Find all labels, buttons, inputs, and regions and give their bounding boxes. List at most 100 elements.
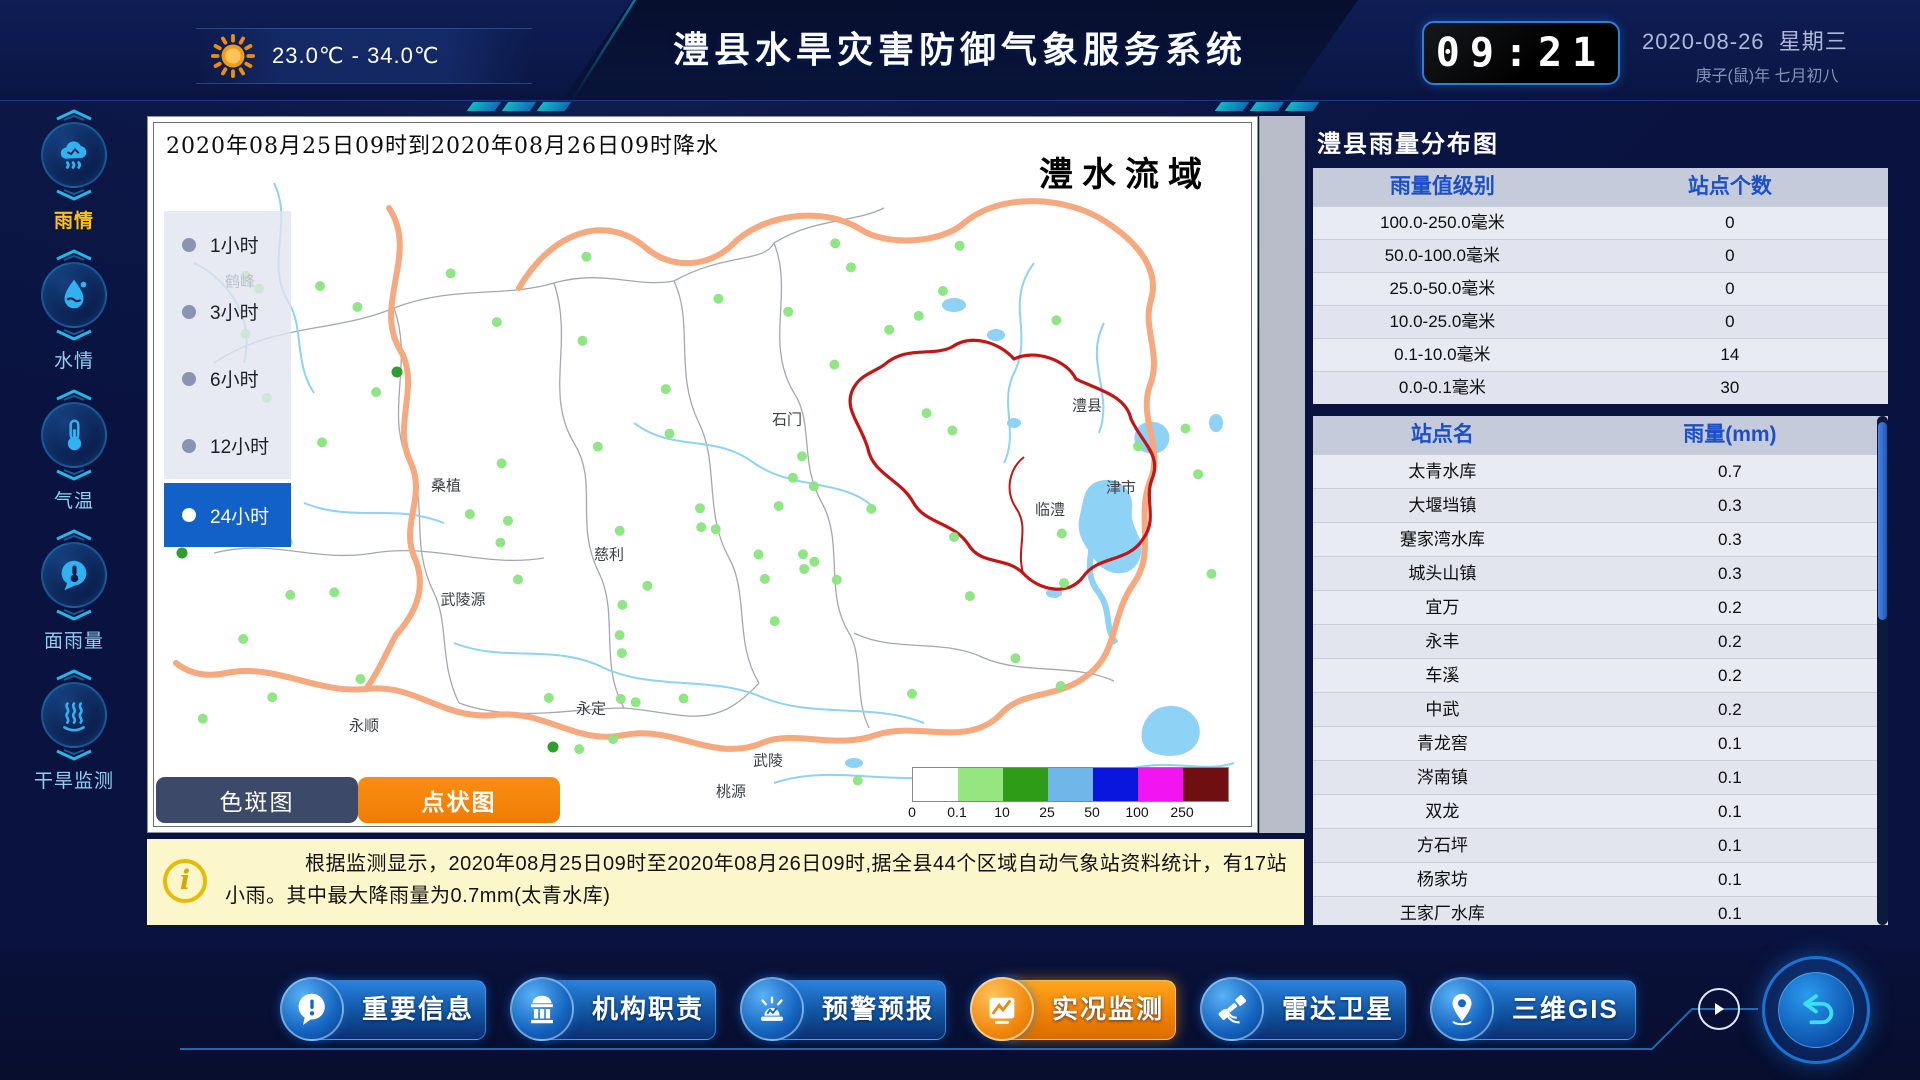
table-cell: 0.1 bbox=[1572, 760, 1888, 794]
rain-station-dot-dark bbox=[177, 548, 188, 559]
time-option-3h[interactable]: 3小时 bbox=[164, 278, 291, 345]
time-option-label: 3小时 bbox=[210, 298, 259, 325]
table-row: 蹇家湾水库0.3 bbox=[1313, 522, 1888, 556]
table-cell: 0.1 bbox=[1572, 726, 1888, 760]
table-row: 涔南镇0.1 bbox=[1313, 760, 1888, 794]
sidebar-item-rain[interactable]: 雨情 bbox=[8, 108, 140, 248]
temperature-range: 23.0℃ - 34.0℃ bbox=[272, 29, 440, 83]
rain-station-dot bbox=[198, 714, 208, 724]
table-cell: 0.2 bbox=[1572, 692, 1888, 726]
column-header: 站点个数 bbox=[1572, 168, 1888, 206]
rain-station-dot bbox=[617, 600, 627, 610]
admin-boundaries bbox=[214, 208, 1114, 728]
thermometer-icon bbox=[41, 402, 107, 468]
bottom-nav: 重要信息机构职责预警预报 实况监测 雷达卫星 三维GIS bbox=[0, 945, 1920, 1080]
rain-station-dot bbox=[544, 693, 554, 703]
nav-button-label: 雷达卫星 bbox=[1282, 980, 1394, 1038]
radio-dot-icon bbox=[182, 238, 196, 252]
rain-station-dot bbox=[1059, 578, 1069, 588]
time-option-1h[interactable]: 1小时 bbox=[164, 211, 291, 278]
sidebar-item-water[interactable]: 水情 bbox=[8, 248, 140, 388]
chevron-down-icon bbox=[52, 189, 96, 202]
play-button[interactable] bbox=[1698, 988, 1740, 1030]
nav-button-live-monitoring[interactable]: 实况监测 bbox=[970, 977, 1176, 1041]
rain-station-dot bbox=[285, 590, 295, 600]
view-button-spot-map[interactable]: 色斑图 bbox=[156, 777, 358, 823]
table-cell: 0.2 bbox=[1572, 658, 1888, 692]
time-option-label: 6小时 bbox=[210, 365, 259, 392]
sidebar-item-area-rainfall[interactable]: 面雨量 bbox=[8, 528, 140, 668]
sidebar: 雨情水情气温面雨量干旱监测 bbox=[8, 108, 140, 808]
table-cell: 0.3 bbox=[1572, 522, 1888, 556]
rain-station-dot bbox=[907, 689, 917, 699]
rain-station-dot bbox=[661, 384, 671, 394]
rain-station-dot bbox=[503, 516, 513, 526]
table-cell: 车溪 bbox=[1313, 658, 1572, 692]
rain-station-dot bbox=[642, 581, 652, 591]
map-canvas[interactable]: 鹤峰桑植石门澧县津市临澧慈利武陵源永定永顺武陵桃源 2020年08月25日09时… bbox=[147, 116, 1258, 833]
sidebar-item-temperature[interactable]: 气温 bbox=[8, 388, 140, 528]
nav-button-radar-satellite[interactable]: 雷达卫星 bbox=[1200, 977, 1406, 1041]
table-cell: 王家厂水库 bbox=[1313, 896, 1572, 925]
rain-station-dot bbox=[853, 776, 863, 786]
rain-station-dot bbox=[799, 564, 809, 574]
rain-station-dot bbox=[829, 360, 839, 370]
rain-station-dot bbox=[352, 302, 362, 312]
table-cell: 0.1-10.0毫米 bbox=[1313, 338, 1572, 371]
table-cell: 100.0-250.0毫米 bbox=[1313, 206, 1572, 239]
view-button-dot-map[interactable]: 点状图 bbox=[358, 777, 560, 823]
radio-dot-icon bbox=[182, 305, 196, 319]
time-option-6h[interactable]: 6小时 bbox=[164, 345, 291, 412]
rivers bbox=[194, 183, 1234, 783]
return-button[interactable] bbox=[1762, 956, 1870, 1064]
table-row: 0.1-10.0毫米14 bbox=[1313, 338, 1888, 371]
rain-station-dot bbox=[788, 473, 798, 483]
monitor-chart-icon bbox=[970, 977, 1034, 1041]
rain-station-dot bbox=[329, 587, 339, 597]
nav-button-org-duties[interactable]: 机构职责 bbox=[510, 977, 716, 1041]
chevron-down-icon bbox=[52, 329, 96, 342]
rain-station-dot bbox=[760, 574, 770, 584]
sidebar-item-drought[interactable]: 干旱监测 bbox=[8, 668, 140, 808]
column-header: 雨量(mm) bbox=[1572, 416, 1888, 454]
rain-station-dot bbox=[713, 294, 723, 304]
time-option-12h[interactable]: 12小时 bbox=[164, 412, 291, 479]
rain-station-dot bbox=[955, 241, 965, 251]
alert-bubble-icon bbox=[280, 977, 344, 1041]
table-row: 0.0-0.1毫米30 bbox=[1313, 371, 1888, 404]
rain-station-dot bbox=[1051, 315, 1061, 325]
station-table-scrollbar[interactable] bbox=[1877, 416, 1888, 925]
table-cell: 蹇家湾水库 bbox=[1313, 522, 1572, 556]
rain-station-dot bbox=[798, 549, 808, 559]
nav-button-important-info[interactable]: 重要信息 bbox=[280, 977, 486, 1041]
nav-button-label: 实况监测 bbox=[1052, 980, 1164, 1038]
table-row: 杨家坊0.1 bbox=[1313, 862, 1888, 896]
table-cell: 0.1 bbox=[1572, 896, 1888, 925]
table-row: 王家厂水库0.1 bbox=[1313, 896, 1888, 925]
column-header: 雨量值级别 bbox=[1313, 168, 1572, 206]
rain-station-dot bbox=[355, 674, 365, 684]
rain-station-dot bbox=[754, 549, 764, 559]
rain-station-dot bbox=[774, 501, 784, 511]
legend-color-cell bbox=[913, 768, 958, 801]
table-cell: 0.1 bbox=[1572, 828, 1888, 862]
table-cell: 14 bbox=[1572, 338, 1888, 371]
rain-station-dot bbox=[797, 451, 807, 461]
chevron-up-icon bbox=[52, 108, 96, 121]
nav-button-label: 重要信息 bbox=[362, 980, 474, 1038]
nav-button-gis-3d[interactable]: 三维GIS bbox=[1430, 977, 1636, 1041]
nav-button-label: 三维GIS bbox=[1512, 980, 1619, 1038]
map-scrollbar-track[interactable] bbox=[1259, 116, 1305, 833]
radio-dot-icon bbox=[182, 372, 196, 386]
nav-button-warning-forecast[interactable]: 预警预报 bbox=[740, 977, 946, 1041]
rain-station-dot bbox=[947, 426, 957, 436]
rain-station-dot bbox=[696, 522, 706, 532]
monitoring-notice: i 根据监测显示，2020年08月25日09时至2020年08月26日09时,据… bbox=[147, 839, 1304, 925]
scrollbar-thumb[interactable] bbox=[1878, 422, 1887, 620]
legend-tick-label: 25 bbox=[1039, 804, 1055, 820]
map-plot-area[interactable]: 鹤峰桑植石门澧县津市临澧慈利武陵源永定永顺武陵桃源 2020年08月25日09时… bbox=[153, 122, 1252, 827]
legend-tick-label: 250 bbox=[1170, 804, 1193, 820]
time-option-label: 12小时 bbox=[210, 432, 269, 459]
time-option-24h[interactable]: 24小时 bbox=[164, 483, 291, 547]
legend-color-cell bbox=[958, 768, 1003, 801]
